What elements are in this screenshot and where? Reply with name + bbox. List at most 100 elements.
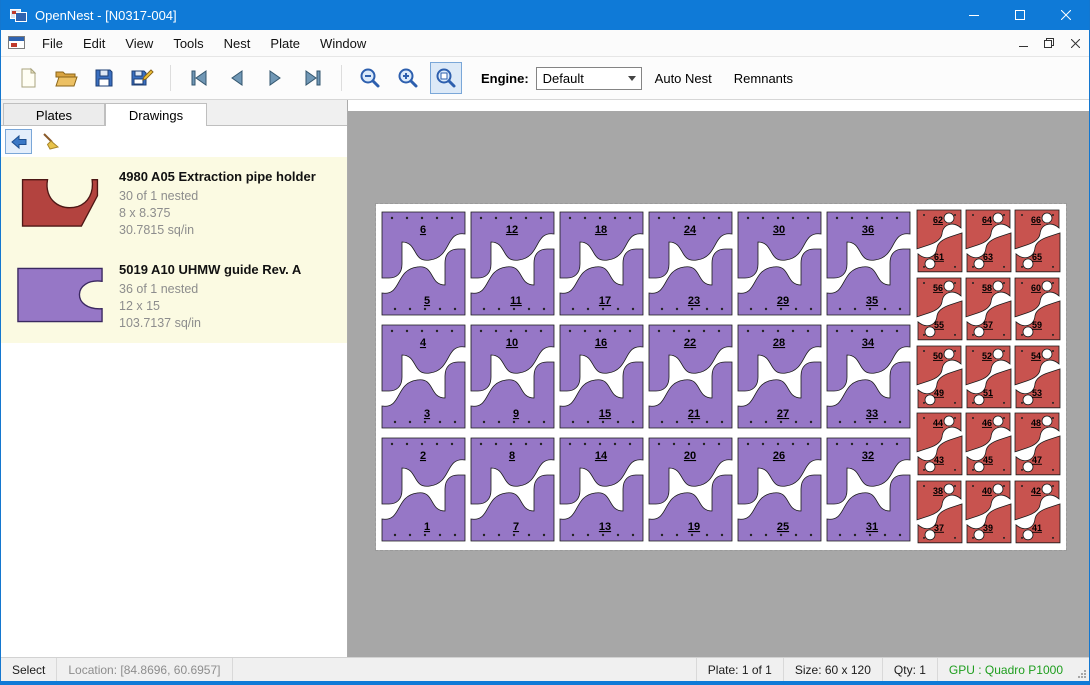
engine-select[interactable]: Default: [536, 67, 642, 90]
part-number: 58: [982, 283, 992, 293]
purple-grid: 6 5 12 11 18 17 24 23 30 29 36 35: [379, 207, 913, 546]
nested-part-pair[interactable]: 66 65: [1013, 207, 1062, 275]
part-number: 18: [595, 224, 607, 236]
nested-part-pair[interactable]: 2 1: [379, 433, 468, 546]
close-button[interactable]: [1043, 0, 1089, 30]
app-window: OpenNest - [N0317-004] File Edit View To…: [0, 0, 1090, 685]
zoom-in-button[interactable]: [392, 62, 424, 94]
nested-part-pair[interactable]: 26 25: [735, 433, 824, 546]
save-as-button[interactable]: [126, 62, 158, 94]
list-item[interactable]: 5019 A10 UHMW guide Rev. A 36 of 1 neste…: [1, 250, 347, 343]
nested-part-pair[interactable]: 32 31: [824, 433, 913, 546]
menu-nest[interactable]: Nest: [214, 31, 261, 56]
mdi-minimize-button[interactable]: [1011, 32, 1035, 54]
nested-part-pair[interactable]: 36 35: [824, 207, 913, 320]
mdi-child-icon[interactable]: [8, 36, 26, 50]
nested-part-pair[interactable]: 62 61: [915, 207, 964, 275]
nested-part-pair[interactable]: 16 15: [557, 320, 646, 433]
part-number: 31: [866, 521, 878, 533]
tab-plates[interactable]: Plates: [3, 103, 105, 125]
nested-part-pair[interactable]: 12 11: [468, 207, 557, 320]
nested-part-pair[interactable]: 64 63: [964, 207, 1013, 275]
auto-nest-button[interactable]: Auto Nest: [646, 64, 721, 93]
nested-part-pair[interactable]: 6 5: [379, 207, 468, 320]
next-plate-button[interactable]: [259, 62, 291, 94]
nested-part-pair[interactable]: 46 45: [964, 410, 1013, 478]
nested-part-pair[interactable]: 22 21: [646, 320, 735, 433]
new-button[interactable]: [12, 62, 44, 94]
plate[interactable]: 6 5 12 11 18 17 24 23 30 29 36 35: [376, 204, 1066, 550]
menu-plate[interactable]: Plate: [260, 31, 310, 56]
part-number: 42: [1031, 486, 1041, 496]
menu-tools[interactable]: Tools: [163, 31, 213, 56]
part-number: 19: [688, 521, 700, 533]
close-icon: [1061, 10, 1071, 20]
nested-part-pair[interactable]: 52 51: [964, 343, 1013, 411]
nested-part-pair[interactable]: 20 19: [646, 433, 735, 546]
nested-part-pair[interactable]: 42 41: [1013, 478, 1062, 546]
menubar: File Edit View Tools Nest Plate Window: [1, 30, 1089, 57]
nested-part-pair[interactable]: 18 17: [557, 207, 646, 320]
part-number: 30: [773, 224, 785, 236]
nested-part-pair[interactable]: 56 55: [915, 275, 964, 343]
list-item[interactable]: 4980 A05 Extraction pipe holder 30 of 1 …: [1, 157, 347, 250]
send-to-plate-button[interactable]: [5, 129, 32, 154]
nested-part-pair[interactable]: 54 53: [1013, 343, 1062, 411]
zoom-fit-button[interactable]: [430, 62, 462, 94]
part-number: 22: [684, 337, 696, 349]
menu-view[interactable]: View: [115, 31, 163, 56]
nested-part-pair[interactable]: 38 37: [915, 478, 964, 546]
mdi-minimize-icon: [1019, 39, 1028, 48]
nested-part-pair[interactable]: 48 47: [1013, 410, 1062, 478]
nest-canvas[interactable]: 6 5 12 11 18 17 24 23 30 29 36 35: [348, 100, 1089, 657]
resize-grip-icon: [1076, 668, 1087, 679]
nested-part-pair[interactable]: 4 3: [379, 320, 468, 433]
part-number: 60: [1031, 283, 1041, 293]
app-body: Plates Drawings 4980 A05 Extraction pi: [1, 100, 1089, 657]
part-number: 21: [688, 408, 700, 420]
clear-drawings-button[interactable]: [37, 129, 64, 154]
nested-part-pair[interactable]: 28 27: [735, 320, 824, 433]
maximize-button[interactable]: [997, 0, 1043, 30]
menu-file[interactable]: File: [32, 31, 73, 56]
nested-part-pair[interactable]: 10 9: [468, 320, 557, 433]
zoom-out-button[interactable]: [354, 62, 386, 94]
menu-window[interactable]: Window: [310, 31, 376, 56]
open-folder-icon: [54, 67, 78, 89]
nested-part-pair[interactable]: 50 49: [915, 343, 964, 411]
minimize-button[interactable]: [951, 0, 997, 30]
zoom-in-icon: [396, 66, 420, 90]
canvas-top-strip: [348, 100, 1089, 111]
tab-drawings[interactable]: Drawings: [105, 103, 207, 126]
last-plate-button[interactable]: [297, 62, 329, 94]
nested-part-pair[interactable]: 40 39: [964, 478, 1013, 546]
nested-part-pair[interactable]: 30 29: [735, 207, 824, 320]
open-button[interactable]: [50, 62, 82, 94]
nested-part-pair[interactable]: 44 43: [915, 410, 964, 478]
nested-part-pair[interactable]: 34 33: [824, 320, 913, 433]
nested-part-pair[interactable]: 60 59: [1013, 275, 1062, 343]
part-number: 15: [599, 408, 611, 420]
part-number: 2: [420, 450, 426, 462]
status-spacer: [233, 658, 696, 681]
part-number: 52: [982, 351, 992, 361]
part-number: 37: [934, 523, 944, 533]
part-number: 1: [424, 521, 430, 533]
mdi-close-button[interactable]: [1063, 32, 1087, 54]
chevron-down-icon[interactable]: [624, 68, 641, 89]
previous-plate-button[interactable]: [221, 62, 253, 94]
part-number: 3: [424, 408, 430, 420]
first-plate-button[interactable]: [183, 62, 215, 94]
remnants-button[interactable]: Remnants: [725, 64, 802, 93]
toolbar-separator: [170, 65, 171, 91]
nested-part-pair[interactable]: 58 57: [964, 275, 1013, 343]
mdi-restore-button[interactable]: [1037, 32, 1061, 54]
nested-part-pair[interactable]: 14 13: [557, 433, 646, 546]
resize-grip[interactable]: [1074, 658, 1089, 681]
part-number: 11: [510, 295, 522, 307]
nested-part-pair[interactable]: 24 23: [646, 207, 735, 320]
save-button[interactable]: [88, 62, 120, 94]
nested-part-pair[interactable]: 8 7: [468, 433, 557, 546]
menu-edit[interactable]: Edit: [73, 31, 115, 56]
part-number: 10: [506, 337, 518, 349]
